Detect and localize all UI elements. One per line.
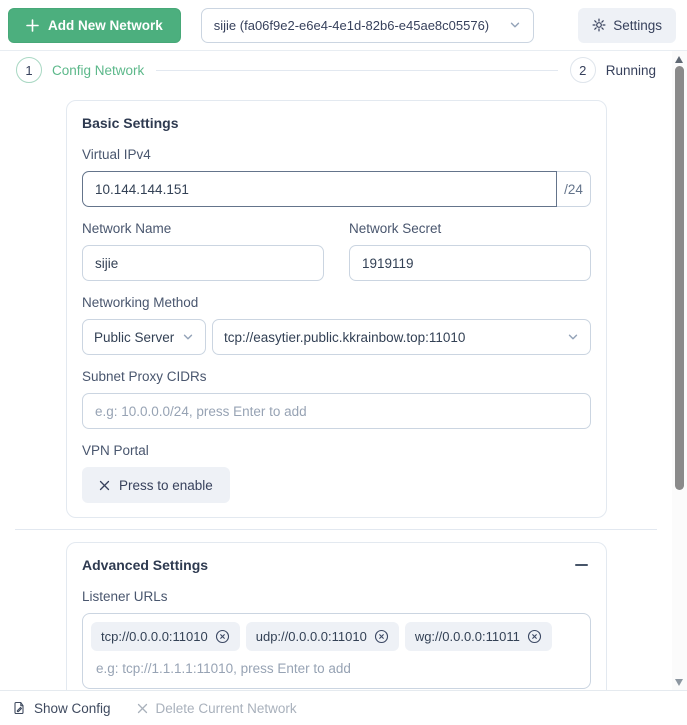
- chevron-down-icon: [567, 331, 579, 343]
- virtual-ipv4-group: /24: [82, 171, 591, 207]
- virtual-ipv4-input[interactable]: [82, 171, 557, 207]
- scrollbar-thumb[interactable]: [675, 66, 684, 490]
- delete-current-network-label: Delete Current Network: [155, 700, 297, 716]
- top-toolbar: Add New Network sijie (fa06f9e2-e6e4-4e1…: [0, 0, 687, 51]
- chevron-down-icon: [509, 19, 521, 31]
- vpn-portal-label: VPN Portal: [82, 443, 149, 458]
- scrollbar-down-arrow-icon[interactable]: [675, 679, 683, 686]
- listener-chip-label: tcp://0.0.0.0:11010: [101, 629, 208, 644]
- listener-urls-chips-input[interactable]: tcp://0.0.0.0:11010 udp://0.0.0.0:11010: [82, 613, 591, 689]
- collapse-section-button[interactable]: [571, 558, 591, 572]
- basic-settings-header: Basic Settings: [82, 115, 591, 131]
- wizard-steps: 1 Config Network 2 Running: [8, 51, 664, 89]
- x-icon: [137, 703, 148, 714]
- networking-method-select[interactable]: Public Server: [82, 319, 206, 355]
- listener-chip: wg://0.0.0.0:11011: [404, 622, 552, 651]
- networking-method-row: Public Server tcp://easytier.public.kkra…: [82, 319, 591, 355]
- networking-method-label: Networking Method: [82, 295, 199, 310]
- settings-label: Settings: [613, 17, 662, 33]
- plus-icon: [26, 18, 39, 32]
- circle-x-icon[interactable]: [527, 629, 542, 644]
- subnet-proxy-input[interactable]: [82, 393, 591, 429]
- listener-chip-label: wg://0.0.0.0:11011: [414, 629, 520, 644]
- chevron-down-icon: [182, 331, 194, 343]
- network-instance-select[interactable]: sijie (fa06f9e2-e6e4-4e1d-82b6-e45ae8c05…: [200, 7, 534, 43]
- basic-settings-card: Basic Settings Virtual IPv4 /24 Network …: [66, 100, 607, 518]
- public-server-select[interactable]: tcp://easytier.public.kkrainbow.top:1101…: [212, 319, 591, 355]
- bottom-action-bar: Show Config Delete Current Network: [0, 690, 687, 725]
- network-name-input[interactable]: [82, 245, 324, 281]
- delete-current-network-button[interactable]: Delete Current Network: [137, 701, 297, 716]
- listener-chip: tcp://0.0.0.0:11010: [91, 622, 240, 651]
- network-name-label: Network Name: [82, 221, 172, 236]
- add-new-network-label: Add New Network: [48, 17, 163, 33]
- main-content: 1 Config Network 2 Running Basic Setting…: [0, 51, 672, 690]
- gear-icon: [592, 18, 606, 32]
- listener-urls-label: Listener URLs: [82, 589, 168, 604]
- steps-connector-line: [156, 69, 558, 71]
- virtual-ipv4-label: Virtual IPv4: [82, 147, 151, 162]
- network-secret-input[interactable]: [349, 245, 591, 281]
- listener-urls-placeholder: e.g: tcp://1.1.1.1:11010, press Enter to…: [96, 661, 351, 676]
- advanced-settings-header: Advanced Settings: [82, 557, 591, 573]
- network-name-field: Network Name: [82, 221, 324, 295]
- network-secret-field: Network Secret: [349, 221, 591, 295]
- section-divider: [15, 529, 657, 530]
- step-2-number: 2: [579, 62, 587, 78]
- x-icon: [99, 480, 110, 491]
- name-secret-row: Network Name Network Secret: [82, 221, 591, 295]
- easytier-config-window: Add New Network sijie (fa06f9e2-e6e4-4e1…: [0, 0, 687, 725]
- basic-settings-title: Basic Settings: [82, 115, 179, 131]
- show-config-button[interactable]: Show Config: [12, 701, 111, 716]
- add-new-network-button[interactable]: Add New Network: [8, 7, 181, 43]
- settings-button[interactable]: Settings: [578, 7, 676, 43]
- main-scroll-area: 1 Config Network 2 Running Basic Setting…: [0, 51, 687, 690]
- vpn-portal-button-label: Press to enable: [119, 477, 213, 493]
- subnet-proxy-label: Subnet Proxy CIDRs: [82, 369, 207, 384]
- scrollbar-up-arrow-icon[interactable]: [675, 56, 683, 63]
- advanced-settings-card: Advanced Settings Listener URLs tcp://0.…: [66, 542, 607, 690]
- network-instance-value: sijie (fa06f9e2-e6e4-4e1d-82b6-e45ae8c05…: [213, 17, 490, 33]
- minus-icon: [574, 564, 588, 566]
- circle-x-icon[interactable]: [215, 629, 230, 644]
- show-config-label: Show Config: [34, 700, 111, 716]
- public-server-value: tcp://easytier.public.kkrainbow.top:1101…: [224, 329, 466, 345]
- networking-method-value: Public Server: [94, 329, 175, 345]
- ipv4-prefix-length-addon: /24: [557, 171, 591, 207]
- listener-chips-row: tcp://0.0.0.0:11010 udp://0.0.0.0:11010: [91, 622, 582, 651]
- vpn-portal-enable-button[interactable]: Press to enable: [82, 467, 230, 503]
- listener-chip-label: udp://0.0.0.0:11010: [255, 629, 367, 644]
- advanced-settings-title: Advanced Settings: [82, 557, 209, 573]
- step-1-circle[interactable]: 1: [16, 57, 42, 83]
- step-2-label: Running: [605, 62, 656, 78]
- file-edit-icon: [12, 701, 26, 715]
- circle-x-icon[interactable]: [374, 629, 389, 644]
- listener-chip: udp://0.0.0.0:11010: [245, 622, 399, 651]
- network-secret-label: Network Secret: [349, 221, 442, 236]
- vertical-scrollbar[interactable]: [672, 51, 687, 690]
- step-2-circle[interactable]: 2: [569, 57, 596, 83]
- step-1-number: 1: [25, 62, 33, 78]
- step-1-label: Config Network: [52, 62, 145, 78]
